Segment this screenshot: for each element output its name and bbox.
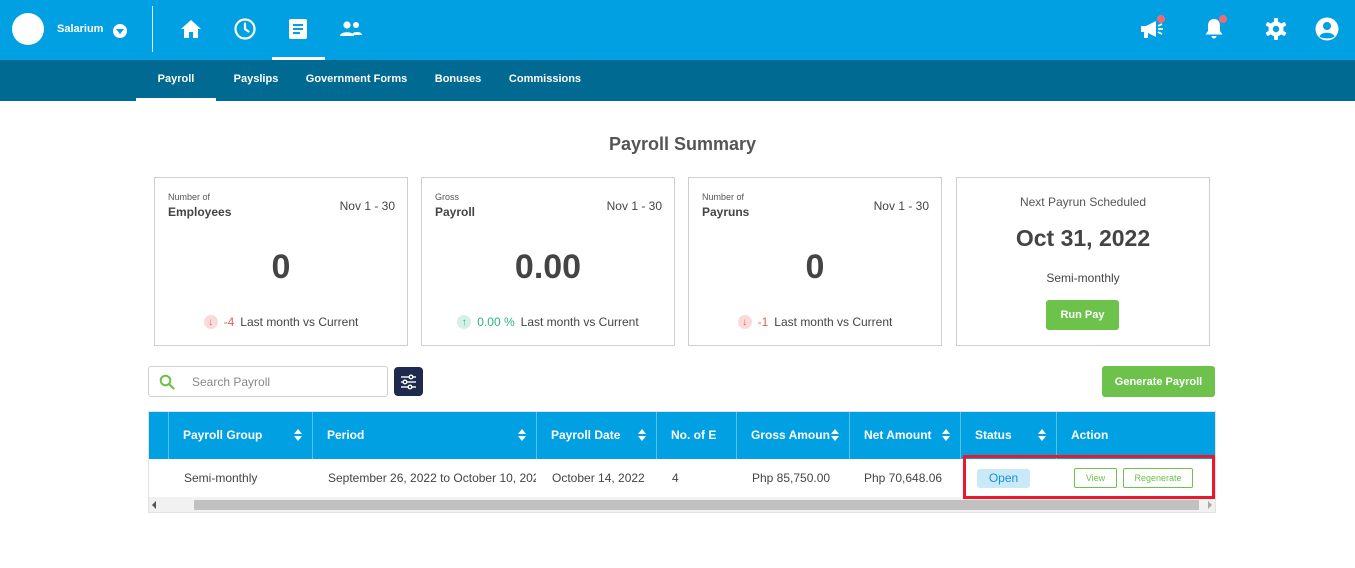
card-label-small: Number of — [702, 192, 745, 202]
view-button[interactable]: View — [1074, 468, 1117, 488]
table-header: Payroll Group Period Payroll Date No. of… — [149, 412, 1215, 459]
gear-icon[interactable] — [1262, 15, 1290, 43]
sliders-icon — [401, 374, 416, 389]
chevron-down-icon[interactable] — [113, 24, 127, 38]
card-period: Nov 1 - 30 — [339, 199, 395, 213]
next-payrun-card: Next Payrun Scheduled Oct 31, 2022 Semi-… — [956, 177, 1210, 346]
card-label-small: Gross — [435, 192, 460, 202]
page-title: Payroll Summary — [608, 134, 757, 154]
trend-text: Last month vs Current — [520, 315, 639, 329]
bell-icon[interactable] — [1200, 15, 1228, 43]
cell-gross-amount: Php 85,750.00 — [752, 471, 831, 485]
card-value: 0.00 — [514, 248, 582, 286]
card-label: Payroll — [435, 205, 476, 219]
trend-change: -4 — [223, 315, 235, 329]
run-pay-button[interactable]: Run Pay — [1046, 300, 1119, 330]
card-value: 0 — [805, 248, 825, 286]
tab-bonuses[interactable]: Bonuses — [428, 60, 488, 101]
search-box — [148, 366, 388, 397]
document-icon[interactable] — [285, 16, 311, 42]
sort-icon — [638, 429, 646, 441]
scroll-right-icon[interactable] — [1208, 501, 1212, 509]
card-label-small: Number of — [168, 192, 211, 202]
notification-dot — [1219, 15, 1227, 23]
scrollbar-thumb[interactable] — [194, 500, 1199, 510]
status-badge: Open — [977, 469, 1030, 488]
tab-payslips[interactable]: Payslips — [225, 60, 287, 101]
next-payrun-date: Oct 31, 2022 — [1015, 225, 1151, 251]
regenerate-button[interactable]: Regenerate — [1123, 468, 1193, 488]
next-payrun-frequency: Semi-monthly — [1046, 271, 1120, 285]
table-row: Semi-monthly September 26, 2022 to Octob… — [149, 459, 1215, 497]
arrow-down-icon: ↓ — [737, 315, 752, 329]
column-header-payroll-date[interactable]: Payroll Date — [537, 412, 657, 459]
column-header-action: Action — [1071, 428, 1109, 442]
column-header-gross-amount[interactable]: Gross Amoun — [737, 412, 850, 459]
arrow-up-icon: ↑ — [457, 315, 472, 329]
tab-government-forms[interactable]: Government Forms — [300, 60, 413, 101]
company-avatar[interactable] — [12, 13, 44, 45]
column-header-payroll-group[interactable]: Payroll Group — [169, 412, 313, 459]
cell-employees: 4 — [672, 471, 679, 485]
tab-commissions[interactable]: Commissions — [503, 60, 587, 101]
sort-icon — [518, 429, 526, 441]
trend-text: Last month vs Current — [774, 315, 893, 329]
people-icon[interactable] — [338, 16, 364, 42]
generate-payroll-button[interactable]: Generate Payroll — [1102, 366, 1215, 397]
card-period: Nov 1 - 30 — [873, 199, 929, 213]
divider — [152, 6, 153, 52]
card-trend: ↓ -1 Last month vs Current — [689, 315, 941, 329]
search-icon — [159, 374, 175, 395]
megaphone-icon[interactable] — [1137, 15, 1165, 43]
sort-icon — [1038, 429, 1046, 441]
payroll-table: Payroll Group Period Payroll Date No. of… — [148, 411, 1216, 513]
card-trend: ↑ 0.00 % Last month vs Current — [422, 315, 674, 329]
arrow-down-icon: ↓ — [203, 315, 218, 329]
column-header-status[interactable]: Status — [961, 412, 1057, 459]
card-value: 0 — [271, 248, 291, 286]
filter-button[interactable] — [394, 367, 423, 396]
sort-icon — [942, 429, 950, 441]
cell-period: September 26, 2022 to October 10, 2022 — [328, 471, 536, 485]
scroll-left-icon[interactable] — [152, 501, 156, 509]
column-header-net-amount[interactable]: Net Amount — [850, 412, 961, 459]
cell-net-amount: Php 70,648.06 — [864, 471, 943, 485]
company-name[interactable]: Salarium — [57, 23, 103, 35]
cell-payroll-group: Semi-monthly — [184, 471, 258, 485]
card-period: Nov 1 - 30 — [606, 199, 662, 213]
horizontal-scrollbar[interactable] — [149, 497, 1215, 512]
card-label: Payruns — [702, 205, 750, 219]
clock-icon[interactable] — [232, 16, 258, 42]
column-header-period[interactable]: Period — [313, 412, 537, 459]
notification-dot — [1157, 15, 1165, 23]
card-trend: ↓ -4 Last month vs Current — [155, 315, 407, 329]
trend-change: -1 — [757, 315, 769, 329]
card-label: Employees — [168, 205, 232, 219]
user-icon[interactable] — [1313, 15, 1341, 43]
cell-payroll-date: October 14, 2022 — [552, 471, 645, 485]
trend-change: 0.00 % — [477, 315, 515, 329]
search-input[interactable] — [192, 372, 377, 392]
trend-text: Last month vs Current — [240, 315, 359, 329]
column-spacer — [149, 412, 169, 459]
payruns-card: Number of Payruns Nov 1 - 30 0 ↓ -1 Last… — [688, 177, 942, 346]
top-bar: Salarium — [0, 0, 1355, 60]
next-payrun-label: Next Payrun Scheduled — [1019, 195, 1147, 209]
sort-icon — [294, 429, 302, 441]
column-header-employees[interactable]: No. of E — [657, 412, 737, 459]
employees-card: Number of Employees Nov 1 - 30 0 ↓ -4 La… — [154, 177, 408, 346]
sub-navigation: Payroll Payslips Government Forms Bonuse… — [0, 60, 1355, 101]
tab-payroll[interactable]: Payroll — [136, 60, 216, 101]
sort-icon — [831, 429, 839, 441]
gross-payroll-card: Gross Payroll Nov 1 - 30 0.00 ↑ 0.00 % L… — [421, 177, 675, 346]
home-icon[interactable] — [178, 16, 204, 42]
